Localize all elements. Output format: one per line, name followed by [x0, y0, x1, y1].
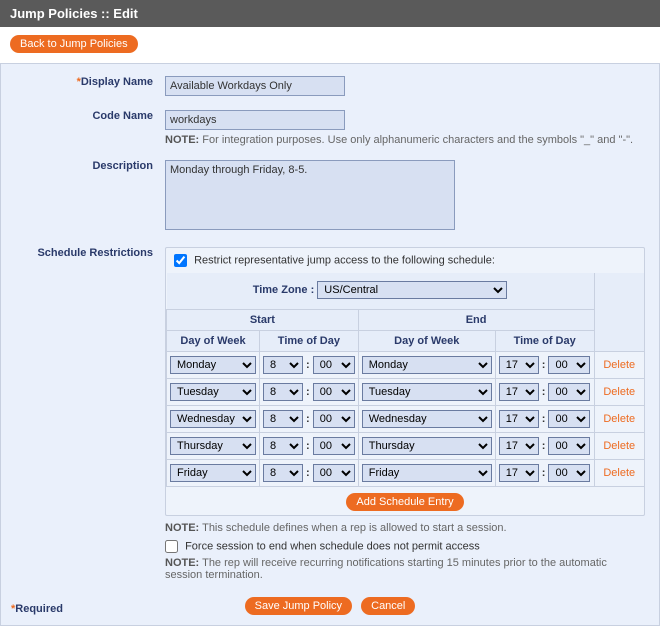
- force-end-note: NOTE: The rep will receive recurring not…: [165, 557, 645, 581]
- description-textarea[interactable]: Monday through Friday, 8-5.: [165, 160, 455, 230]
- end-minute-select[interactable]: 00: [548, 383, 590, 401]
- end-minute-select[interactable]: 00: [548, 437, 590, 455]
- schedule-row: Friday8:00Friday17:00Delete: [167, 460, 645, 487]
- form-panel: *Display Name Code Name NOTE: For integr…: [0, 63, 660, 626]
- end-hour-select[interactable]: 17: [499, 437, 539, 455]
- end-day-select[interactable]: Monday: [362, 356, 492, 374]
- schedule-box: Restrict representative jump access to t…: [165, 247, 645, 516]
- add-schedule-entry-button[interactable]: Add Schedule Entry: [346, 493, 463, 511]
- start-day-select[interactable]: Tuesday: [170, 383, 256, 401]
- cancel-button[interactable]: Cancel: [361, 597, 415, 615]
- start-dow-heading: Day of Week: [167, 331, 260, 352]
- start-hour-select[interactable]: 8: [263, 383, 303, 401]
- start-day-select[interactable]: Thursday: [170, 437, 256, 455]
- start-minute-select[interactable]: 00: [313, 383, 355, 401]
- end-day-select[interactable]: Tuesday: [362, 383, 492, 401]
- start-minute-select[interactable]: 00: [313, 410, 355, 428]
- start-minute-select[interactable]: 00: [313, 356, 355, 374]
- code-name-input[interactable]: [165, 110, 345, 130]
- display-name-label: *Display Name: [9, 72, 159, 106]
- force-end-label: Force session to end when schedule does …: [185, 540, 480, 552]
- back-button[interactable]: Back to Jump Policies: [10, 35, 138, 53]
- start-hour-select[interactable]: 8: [263, 410, 303, 428]
- end-heading: End: [358, 310, 594, 331]
- end-tod-heading: Time of Day: [495, 331, 594, 352]
- delete-row-link[interactable]: Delete: [599, 440, 639, 452]
- schedule-row: Thursday8:00Thursday17:00Delete: [167, 433, 645, 460]
- code-name-label: Code Name: [9, 106, 159, 156]
- schedule-note: NOTE: This schedule defines when a rep i…: [165, 522, 645, 534]
- start-day-select[interactable]: Wednesday: [170, 410, 256, 428]
- end-day-select[interactable]: Friday: [362, 464, 492, 482]
- end-hour-select[interactable]: 17: [499, 356, 539, 374]
- end-hour-select[interactable]: 17: [499, 410, 539, 428]
- end-day-select[interactable]: Wednesday: [362, 410, 492, 428]
- force-end-checkbox[interactable]: [165, 540, 178, 553]
- start-minute-select[interactable]: 00: [313, 464, 355, 482]
- start-heading: Start: [167, 310, 359, 331]
- end-hour-select[interactable]: 17: [499, 383, 539, 401]
- code-name-note: NOTE: For integration purposes. Use only…: [165, 134, 645, 146]
- restrict-checkbox-label: Restrict representative jump access to t…: [194, 254, 495, 266]
- restrict-checkbox[interactable]: [174, 254, 187, 267]
- end-dow-heading: Day of Week: [358, 331, 495, 352]
- end-minute-select[interactable]: 00: [548, 410, 590, 428]
- delete-row-link[interactable]: Delete: [599, 386, 639, 398]
- delete-row-link[interactable]: Delete: [599, 467, 639, 479]
- display-name-input[interactable]: [165, 76, 345, 96]
- timezone-label: Time Zone :: [253, 284, 315, 296]
- schedule-row: Wednesday8:00Wednesday17:00Delete: [167, 406, 645, 433]
- save-button[interactable]: Save Jump Policy: [245, 597, 352, 615]
- required-legend: *Required: [11, 603, 63, 615]
- page-title: Jump Policies :: Edit: [0, 0, 660, 27]
- schedule-grid: Time Zone : US/Central: [166, 273, 644, 487]
- start-day-select[interactable]: Monday: [170, 356, 256, 374]
- delete-row-link[interactable]: Delete: [599, 413, 639, 425]
- start-day-select[interactable]: Friday: [170, 464, 256, 482]
- end-minute-select[interactable]: 00: [548, 464, 590, 482]
- end-minute-select[interactable]: 00: [548, 356, 590, 374]
- start-hour-select[interactable]: 8: [263, 437, 303, 455]
- end-day-select[interactable]: Thursday: [362, 437, 492, 455]
- end-hour-select[interactable]: 17: [499, 464, 539, 482]
- delete-row-link[interactable]: Delete: [599, 359, 639, 371]
- start-tod-heading: Time of Day: [260, 331, 359, 352]
- description-label: Description: [9, 156, 159, 243]
- start-hour-select[interactable]: 8: [263, 356, 303, 374]
- schedule-restrictions-label: Schedule Restrictions: [9, 243, 159, 591]
- start-hour-select[interactable]: 8: [263, 464, 303, 482]
- schedule-row: Monday8:00Monday17:00Delete: [167, 352, 645, 379]
- start-minute-select[interactable]: 00: [313, 437, 355, 455]
- timezone-select[interactable]: US/Central: [317, 281, 507, 299]
- schedule-row: Tuesday8:00Tuesday17:00Delete: [167, 379, 645, 406]
